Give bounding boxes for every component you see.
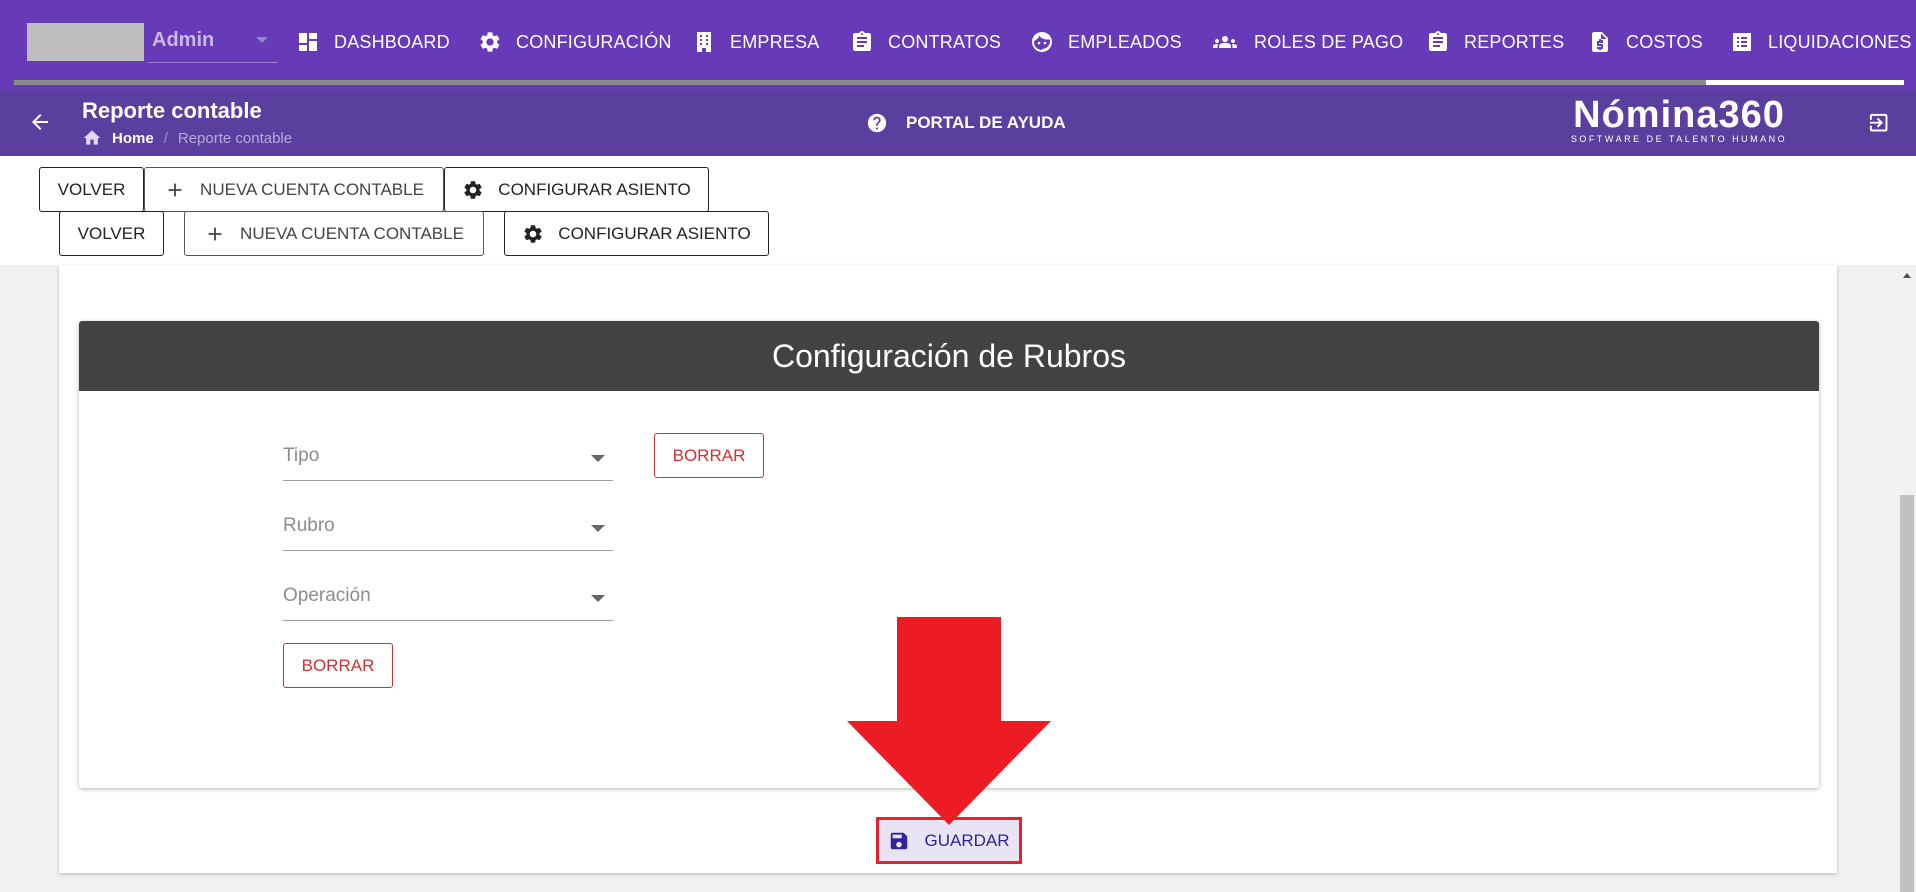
chevron-down-icon	[591, 455, 605, 462]
app-logo: Nómina360 SOFTWARE DE TALENTO HUMANO	[1566, 94, 1792, 150]
chevron-down-icon	[591, 595, 605, 602]
nav-item-reportes[interactable]: REPORTES	[1426, 26, 1564, 58]
nav-item-configuracion[interactable]: CONFIGURACIÓN	[478, 26, 672, 58]
clipboard-icon	[1429, 31, 1447, 51]
delete-button-label: BORRAR	[301, 655, 375, 675]
plus-icon	[168, 183, 182, 196]
configure-entry-label: CONFIGURAR ASIENTO	[498, 179, 691, 199]
configure-entry-button[interactable]: CONFIGURAR ASIENTO	[444, 167, 709, 212]
red-arrow-annotation-icon	[847, 617, 1051, 825]
new-account-button[interactable]: NUEVA CUENTA CONTABLE	[144, 167, 444, 212]
people-icon	[1213, 36, 1237, 48]
tipo-select[interactable]: Tipo	[283, 431, 613, 481]
logout-icon[interactable]	[1866, 110, 1892, 136]
face-icon	[1032, 32, 1052, 52]
breadcrumb: Home / Reporte contable	[82, 128, 292, 148]
gear-icon	[524, 224, 542, 243]
back-button-label: VOLVER	[57, 179, 126, 199]
help-portal-link[interactable]: PORTAL DE AYUDA	[866, 112, 1066, 134]
toolbar: VOLVER NUEVA CUENTA CONTABLE CONFIGURAR …	[0, 156, 1916, 265]
page-title: Reporte contable	[82, 98, 262, 123]
logo-name: Nómina360	[1573, 94, 1785, 136]
nav-item-label: CONFIGURACIÓN	[516, 31, 672, 52]
nav-item-contratos[interactable]: CONTRATOS	[850, 26, 1001, 58]
card-title: Configuración de Rubros	[79, 321, 1819, 391]
dashboard-icon	[299, 33, 317, 51]
top-navbar: Admin DASHBOARD CONFIGURACIÓN EMPRESA CO…	[0, 0, 1916, 90]
nav-item-label: EMPLEADOS	[1068, 31, 1182, 52]
delete-button[interactable]: BORRAR	[654, 433, 764, 478]
scroll-thumb[interactable]	[1900, 495, 1914, 892]
breadcrumb-home[interactable]: Home	[112, 130, 154, 147]
user-select-value: Admin	[152, 29, 215, 51]
nav-item-label: COSTOS	[1626, 31, 1703, 52]
help-portal-label: PORTAL DE AYUDA	[906, 113, 1066, 132]
plus-icon	[208, 227, 222, 240]
floppy-disk-icon	[891, 832, 908, 849]
delete-button[interactable]: BORRAR	[283, 643, 393, 688]
back-button[interactable]: VOLVER	[39, 167, 144, 212]
breadcrumb-separator: /	[163, 129, 168, 147]
rubro-label: Rubro	[283, 515, 335, 536]
building-icon	[697, 32, 711, 52]
logo-tagline: SOFTWARE DE TALENTO HUMANO	[1570, 134, 1788, 144]
page-header: Reporte contable Home / Reporte contable…	[0, 90, 1916, 156]
scroll-up-arrow-icon[interactable]	[1903, 273, 1911, 278]
nav-item-label: ROLES DE PAGO	[1254, 31, 1404, 52]
gear-icon	[480, 32, 500, 52]
configure-entry-button[interactable]: CONFIGURAR ASIENTO	[504, 211, 769, 256]
rubro-select[interactable]: Rubro	[283, 501, 613, 551]
back-button-label: VOLVER	[77, 223, 146, 243]
home-icon	[83, 130, 101, 145]
new-account-button[interactable]: NUEVA CUENTA CONTABLE	[184, 211, 484, 256]
nav-indicator-track	[14, 80, 1904, 85]
breadcrumb-current: Reporte contable	[177, 129, 293, 147]
nav-item-liquidaciones[interactable]: LIQUIDACIONES	[1730, 26, 1912, 58]
help-icon	[867, 113, 887, 133]
new-account-label: NUEVA CUENTA CONTABLE	[200, 179, 424, 199]
clipboard-icon	[853, 31, 871, 51]
back-button[interactable]: VOLVER	[59, 211, 164, 256]
back-arrow-icon[interactable]	[28, 110, 52, 134]
delete-button-label: BORRAR	[672, 445, 746, 465]
chevron-down-icon	[591, 525, 605, 532]
vertical-scrollbar[interactable]	[1898, 265, 1916, 892]
chevron-down-icon	[256, 37, 268, 43]
nav-item-empresa[interactable]: EMPRESA	[692, 26, 819, 58]
save-button-label: GUARDAR	[924, 830, 1010, 850]
nav-item-label: CONTRATOS	[888, 31, 1002, 52]
nav-item-label: LIQUIDACIONES	[1768, 31, 1912, 52]
invoice-dollar-icon	[1592, 32, 1608, 52]
company-logo-placeholder[interactable]	[27, 23, 144, 61]
nav-item-dashboard[interactable]: DASHBOARD	[296, 26, 450, 58]
nav-item-empleados[interactable]: EMPLEADOS	[1030, 26, 1182, 58]
user-select[interactable]: Admin	[148, 23, 278, 63]
nav-active-indicator	[1706, 80, 1904, 85]
tipo-label: Tipo	[283, 445, 320, 466]
new-account-label: NUEVA CUENTA CONTABLE	[240, 223, 464, 243]
nav-item-roles-de-pago[interactable]: ROLES DE PAGO	[1210, 26, 1403, 58]
nav-item-costos[interactable]: COSTOS	[1588, 26, 1703, 58]
configure-entry-label: CONFIGURAR ASIENTO	[558, 223, 751, 243]
nav-item-label: DASHBOARD	[334, 31, 450, 52]
operacion-label: Operación	[283, 585, 371, 606]
nav-item-label: EMPRESA	[730, 31, 820, 52]
nav-item-label: REPORTES	[1464, 31, 1565, 52]
list-icon	[1733, 33, 1751, 51]
gear-icon	[464, 180, 482, 199]
operacion-select[interactable]: Operación	[283, 571, 613, 621]
